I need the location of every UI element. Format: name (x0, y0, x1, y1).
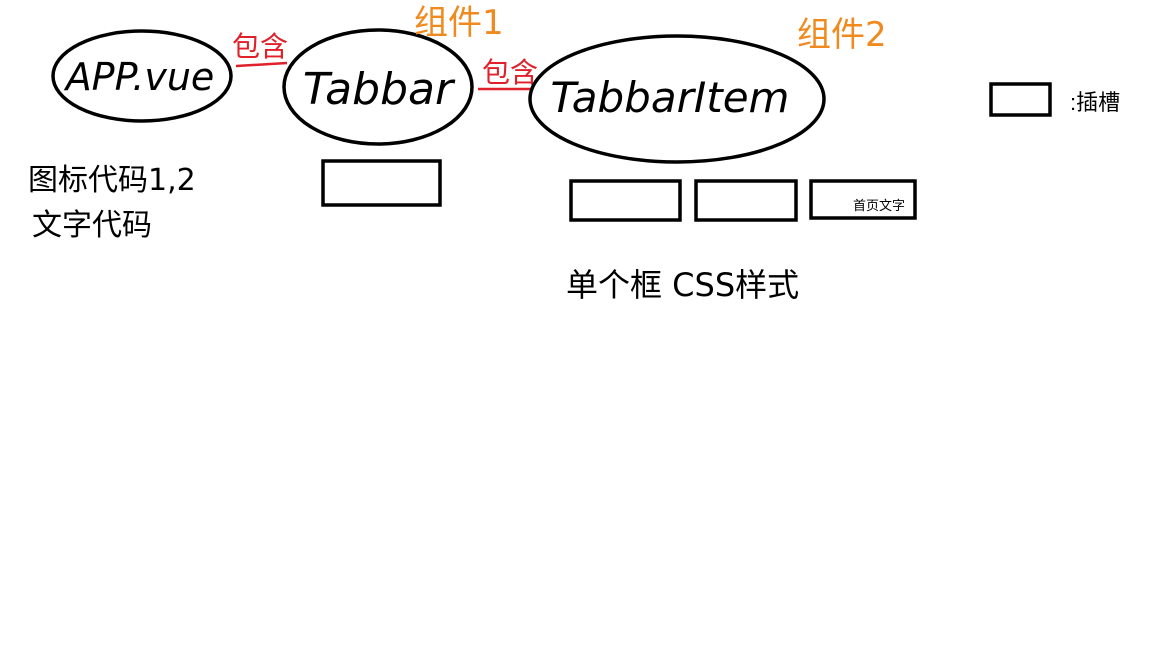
tabbar-slot-box (321, 159, 442, 207)
app-vue-label: APP.vue (63, 55, 215, 99)
tabbar-item-label: TabbarItem (551, 73, 790, 122)
slot-box-3-text: 首页文字 (853, 198, 905, 213)
tabbar-item-slot-box-1 (569, 179, 682, 222)
legend-slot-box (989, 82, 1052, 117)
edge-app-tabbar (235, 61, 288, 68)
tabbar-label: Tabbar (303, 64, 456, 115)
app-note-line-2: 文字代码 (32, 208, 152, 243)
legend-slot-label: :插槽 (1070, 90, 1120, 115)
tabbar-item-note: 单个框 CSS样式 (566, 266, 799, 304)
edge-label-tabbar-item: 包含 (482, 56, 538, 89)
edge-label-app-tabbar: 包含 (232, 30, 288, 63)
component-tag-tabbar: 组件1 (414, 3, 504, 43)
diagram-canvas: APP.vue 包含 Tabbar 组件1 包含 TabbarItem 组件2 … (28, 3, 1120, 304)
app-note-line-1: 图标代码1,2 (28, 163, 196, 198)
tabbar-item-slot-box-2 (694, 179, 798, 222)
component-tag-tabbar-item: 组件2 (797, 15, 887, 55)
